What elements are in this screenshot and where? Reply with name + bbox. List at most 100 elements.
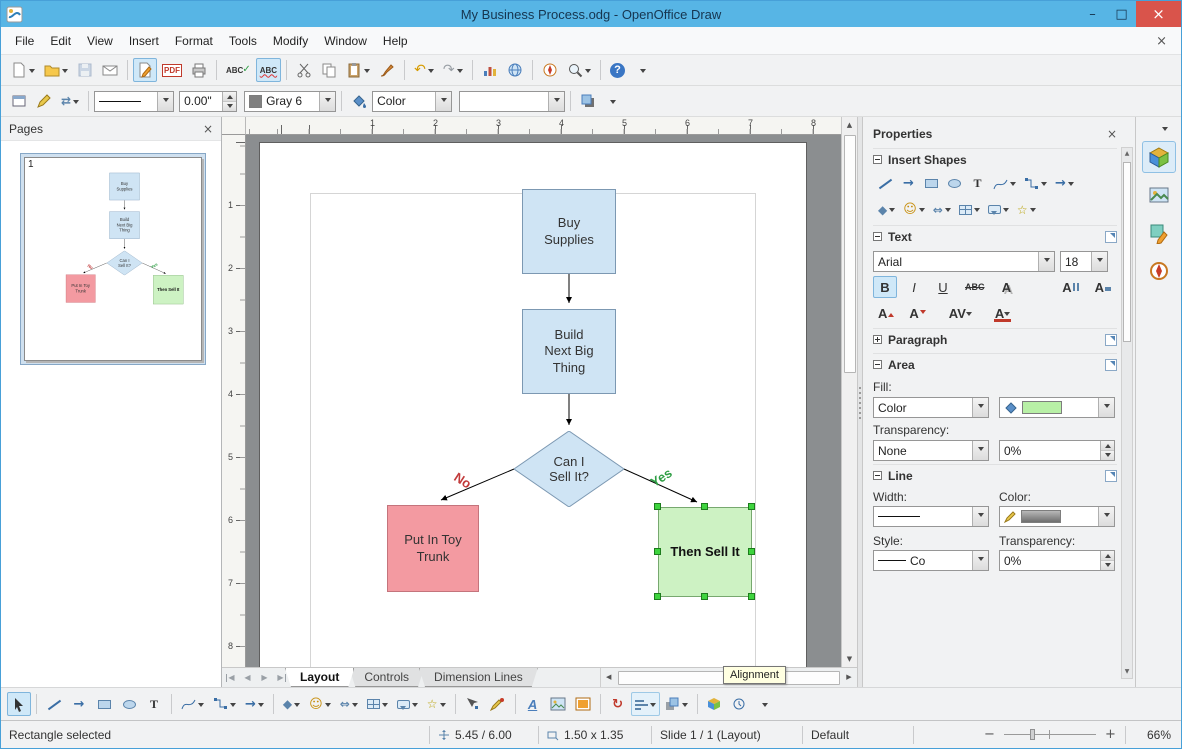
scroll-up-icon[interactable]: ▲: [842, 117, 857, 133]
vertical-ruler[interactable]: 1 2 3 4 5 6 7 8: [222, 135, 246, 667]
section-line[interactable]: Line: [873, 464, 1117, 486]
basic-shapes-button[interactable]: ◆: [875, 199, 898, 220]
glue-points-button[interactable]: [486, 692, 510, 716]
properties-scroll-thumb[interactable]: [1123, 162, 1131, 342]
zoom-out-button[interactable]: −: [982, 727, 997, 742]
insert-text-button[interactable]: T: [967, 173, 988, 194]
edit-file-button[interactable]: [133, 58, 157, 82]
selection-handle-w[interactable]: [654, 548, 661, 555]
star-shapes-button[interactable]: ☆: [1014, 199, 1039, 220]
connector-tool[interactable]: [209, 692, 240, 716]
bold-button[interactable]: B: [873, 276, 897, 298]
line-transparency-input[interactable]: 0%: [999, 550, 1115, 571]
line-color-select[interactable]: Gray 6: [244, 90, 337, 112]
symbol-shapes-button[interactable]: ☺: [900, 199, 928, 220]
line-transparency-spinner[interactable]: [1100, 551, 1114, 570]
fill-color-select[interactable]: [459, 90, 566, 112]
flowchart-tool[interactable]: [363, 692, 392, 716]
alignment-button[interactable]: [630, 692, 660, 716]
area-transparency-type-select[interactable]: None: [873, 440, 989, 461]
line-tool[interactable]: [42, 692, 66, 716]
line-style-select-2[interactable]: Co: [873, 550, 989, 571]
fill-style-select[interactable]: Color: [372, 90, 453, 112]
symbol-shapes-tool[interactable]: ☺: [305, 692, 335, 716]
area-transparency-dropdown[interactable]: [972, 441, 988, 460]
block-arrows-tool[interactable]: ⇔: [336, 692, 362, 716]
sidebar-tab-gallery[interactable]: [1142, 179, 1176, 211]
shadow-button[interactable]: [576, 89, 600, 113]
area-transparency-spinner[interactable]: [1100, 441, 1114, 460]
previous-page-button[interactable]: ◀: [239, 668, 256, 687]
insert-rectangle-button[interactable]: [921, 173, 942, 194]
properties-panel-close-icon[interactable]: ×: [1107, 128, 1117, 140]
section-text[interactable]: Text: [873, 225, 1117, 247]
fill-color-dropdown[interactable]: [548, 91, 565, 111]
sidebar-tab-styles[interactable]: [1142, 217, 1176, 249]
callouts-tool[interactable]: [393, 692, 422, 716]
arrange-button[interactable]: [661, 692, 692, 716]
properties-scrollbar[interactable]: ▲ ▼: [1121, 147, 1133, 679]
curve-tool[interactable]: [177, 692, 208, 716]
character-spacing-button[interactable]: AV: [944, 302, 977, 324]
text-shadow-button[interactable]: A: [995, 276, 1019, 298]
selection-handle-s[interactable]: [701, 593, 708, 600]
flowchart-node-can-i-sell-it[interactable]: Can I Sell It?: [514, 431, 624, 507]
sidebar-tab-navigator[interactable]: [1142, 255, 1176, 287]
line-width-dropdown[interactable]: [972, 507, 988, 526]
rotate-button[interactable]: ↻: [606, 692, 630, 716]
toolbar-overflow-button-2[interactable]: [601, 89, 625, 113]
decrease-font-button[interactable]: A: [904, 302, 930, 324]
area-dialog-button[interactable]: [347, 89, 371, 113]
font-name-select[interactable]: Arial: [873, 251, 1055, 272]
line-style-dropdown-2[interactable]: [972, 551, 988, 570]
help-button[interactable]: ?: [606, 58, 630, 82]
horizontal-ruler[interactable]: 1 2 3 4 5 6 7 8: [246, 117, 841, 135]
menu-help[interactable]: Help: [375, 30, 416, 52]
navigator-button[interactable]: [538, 58, 562, 82]
sidebar-tab-properties[interactable]: [1141, 141, 1176, 173]
font-color-button[interactable]: A: [990, 302, 1015, 324]
area-fill-color-select[interactable]: [999, 397, 1115, 418]
block-arrows-button[interactable]: ⇔: [930, 199, 954, 220]
insert-line-button[interactable]: [875, 173, 896, 194]
insert-lines-arrows-button[interactable]: →: [1052, 173, 1077, 194]
font-size-select[interactable]: 18: [1060, 251, 1108, 272]
scroll-left-icon[interactable]: ◀: [601, 668, 617, 687]
strikethrough-button[interactable]: ABC: [960, 276, 990, 298]
drawbar-overflow-button[interactable]: [753, 692, 777, 716]
menu-modify[interactable]: Modify: [265, 30, 316, 52]
hyperlink-button[interactable]: [503, 58, 527, 82]
tab-layout[interactable]: Layout: [285, 668, 354, 687]
zoom-level[interactable]: 66%: [1133, 728, 1171, 742]
drawing-viewport[interactable]: Buy Supplies Build Next Big Thing Can I …: [246, 135, 841, 667]
insert-curve-button[interactable]: [990, 173, 1019, 194]
character-position-dialog-button[interactable]: A: [1090, 276, 1117, 298]
print-button[interactable]: [187, 58, 211, 82]
section-paragraph[interactable]: Paragraph: [873, 328, 1117, 350]
menu-insert[interactable]: Insert: [121, 30, 167, 52]
arrow-style-button[interactable]: ⇄: [57, 89, 83, 113]
increase-font-button[interactable]: A: [873, 302, 899, 324]
scroll-down-icon[interactable]: ▼: [842, 651, 857, 667]
arrow-tool[interactable]: →: [67, 692, 91, 716]
line-style-dropdown[interactable]: [157, 91, 174, 111]
interaction-button[interactable]: [728, 692, 752, 716]
line-width-select[interactable]: [873, 506, 989, 527]
selection-handle-ne[interactable]: [748, 503, 755, 510]
paragraph-dialog-launcher-icon[interactable]: [1105, 333, 1117, 346]
page-style-status[interactable]: Default: [803, 728, 913, 742]
gallery-button[interactable]: [571, 692, 595, 716]
area-dialog-launcher-icon[interactable]: [1105, 358, 1117, 371]
minimize-button[interactable]: –: [1078, 1, 1107, 27]
underline-button[interactable]: U: [931, 276, 955, 298]
close-button[interactable]: ×: [1136, 1, 1181, 27]
undo-button[interactable]: ↶: [410, 58, 438, 82]
selection-handle-sw[interactable]: [654, 593, 661, 600]
tab-controls[interactable]: Controls: [349, 668, 424, 687]
basic-shapes-tool[interactable]: ◆: [279, 692, 304, 716]
first-page-button[interactable]: ◀: [222, 668, 239, 687]
insert-connector-button[interactable]: [1021, 173, 1050, 194]
area-fill-type-select[interactable]: Color: [873, 397, 989, 418]
paste-button[interactable]: [342, 58, 374, 82]
menu-file[interactable]: File: [7, 30, 42, 52]
